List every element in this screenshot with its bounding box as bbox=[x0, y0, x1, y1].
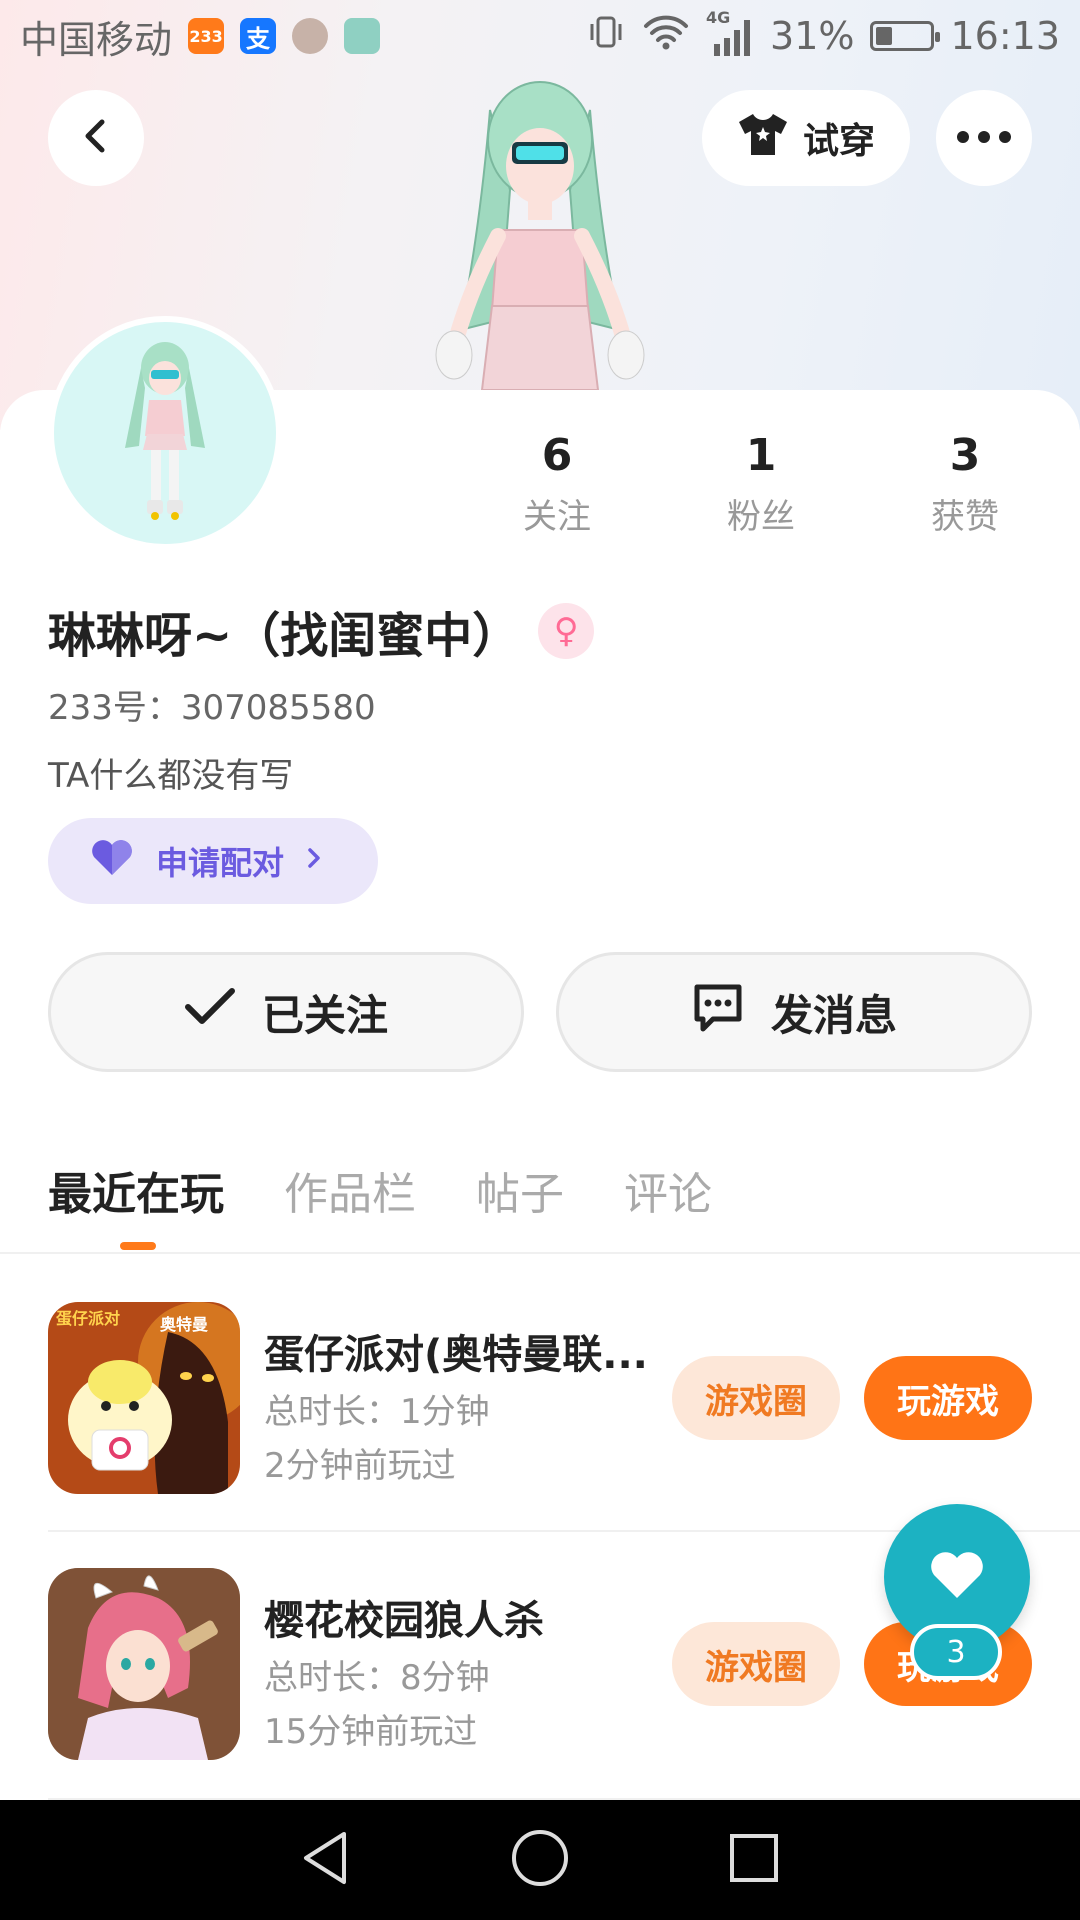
following-count: 6 bbox=[541, 430, 573, 481]
battery-icon bbox=[870, 21, 941, 51]
stat-fans[interactable]: 1 粉丝 bbox=[671, 430, 851, 538]
game-last-played: 15分钟前玩过 bbox=[264, 1712, 478, 1752]
nav-back-icon[interactable] bbox=[298, 1828, 354, 1892]
game-title: 蛋仔派对(奥特曼联... bbox=[264, 1332, 648, 1378]
send-message-button[interactable]: 发消息 bbox=[556, 952, 1032, 1072]
alipay-icon: 支 bbox=[240, 18, 277, 54]
game-circle-button[interactable]: 游戏圈 bbox=[672, 1356, 840, 1440]
heart-icon bbox=[928, 1550, 986, 1604]
nav-home-icon[interactable] bbox=[510, 1828, 570, 1892]
game-list-item[interactable]: 蛋仔派对 奥特曼 蛋仔派对(奥特曼联... 总时长：1分钟 2分钟前玩过 游戏圈… bbox=[48, 1302, 1080, 1497]
tshirt-icon bbox=[737, 110, 789, 167]
likes-count: 3 bbox=[949, 430, 981, 481]
233-app-icon: 233 bbox=[188, 18, 225, 54]
chevron-right-icon bbox=[304, 842, 324, 880]
check-icon bbox=[184, 987, 236, 1037]
fans-label: 粉丝 bbox=[727, 497, 795, 537]
active-tab-indicator bbox=[120, 1242, 156, 1250]
game-icon-sakura-werewolf bbox=[48, 1568, 240, 1760]
try-on-label: 试穿 bbox=[802, 121, 875, 162]
game-title: 樱花校园狼人杀 bbox=[264, 1598, 544, 1644]
avatar[interactable] bbox=[48, 316, 282, 550]
game-circle-button[interactable]: 游戏圈 bbox=[672, 1622, 840, 1706]
send-message-label: 发消息 bbox=[770, 990, 897, 1040]
eggy-icon-text: 蛋仔派对 bbox=[56, 1309, 120, 1328]
game-duration: 总时长：8分钟 bbox=[264, 1658, 490, 1698]
system-navigation-bar bbox=[0, 1800, 1080, 1920]
following-label: 关注 bbox=[523, 497, 591, 537]
followed-label: 已关注 bbox=[261, 990, 388, 1040]
stat-likes[interactable]: 3 获赞 bbox=[875, 430, 1055, 538]
ultraman-icon-text: 奥特曼 bbox=[160, 1315, 208, 1334]
username: 琳琳呀~（找闺蜜中） bbox=[48, 608, 521, 664]
carrier-label: 中国移动 bbox=[20, 17, 173, 62]
tab-posts[interactable]: 帖子 bbox=[476, 1158, 564, 1222]
profile-tabs: 最近在玩 作品栏 帖子 评论 bbox=[48, 1158, 712, 1222]
game-last-played: 2分钟前玩过 bbox=[264, 1446, 456, 1486]
stat-following[interactable]: 6 关注 bbox=[467, 430, 647, 538]
tab-recent-played[interactable]: 最近在玩 bbox=[48, 1158, 224, 1222]
vibrate-icon bbox=[586, 12, 626, 61]
wifi-icon bbox=[642, 12, 690, 61]
bio: TA什么都没有写 bbox=[48, 756, 294, 796]
likes-label: 获赞 bbox=[931, 497, 999, 537]
apply-pair-button[interactable]: 申请配对 bbox=[48, 818, 378, 904]
tabs-divider bbox=[0, 1252, 1080, 1254]
signal-icon: 4G bbox=[706, 8, 754, 58]
play-game-button[interactable]: 玩游戏 bbox=[864, 1356, 1032, 1440]
more-dots-icon bbox=[956, 129, 1012, 148]
try-on-button[interactable]: 试穿 bbox=[702, 90, 910, 186]
fans-count: 1 bbox=[745, 430, 777, 481]
status-bar: 中国移动 233 支 4G 31% 16:13 bbox=[0, 0, 1080, 72]
banner-avatar-figure bbox=[420, 70, 660, 391]
chat-bubble-icon bbox=[691, 981, 745, 1043]
like-count-badge: 3 bbox=[910, 1624, 1002, 1680]
user-id: 233号：307085580 bbox=[48, 688, 376, 728]
nav-recents-icon[interactable] bbox=[726, 1830, 782, 1890]
tab-works[interactable]: 作品栏 bbox=[284, 1158, 416, 1222]
back-button[interactable] bbox=[48, 90, 144, 186]
more-button[interactable] bbox=[936, 90, 1032, 186]
image-app-icon bbox=[344, 18, 381, 54]
tab-comments[interactable]: 评论 bbox=[624, 1158, 712, 1222]
game-icon-eggy-party: 蛋仔派对 奥特曼 bbox=[48, 1302, 240, 1494]
game-duration: 总时长：1分钟 bbox=[264, 1392, 490, 1432]
followed-button[interactable]: 已关注 bbox=[48, 952, 524, 1072]
apply-pair-label: 申请配对 bbox=[156, 844, 285, 882]
female-icon: ♀ bbox=[538, 603, 595, 659]
avatar-app-icon bbox=[292, 18, 329, 54]
clock: 16:13 bbox=[950, 14, 1060, 58]
heart-icon bbox=[88, 837, 136, 885]
chevron-left-icon bbox=[78, 116, 114, 160]
username-row: 琳琳呀~（找闺蜜中） ♀ bbox=[48, 596, 595, 666]
battery-percent: 31% bbox=[770, 14, 855, 58]
